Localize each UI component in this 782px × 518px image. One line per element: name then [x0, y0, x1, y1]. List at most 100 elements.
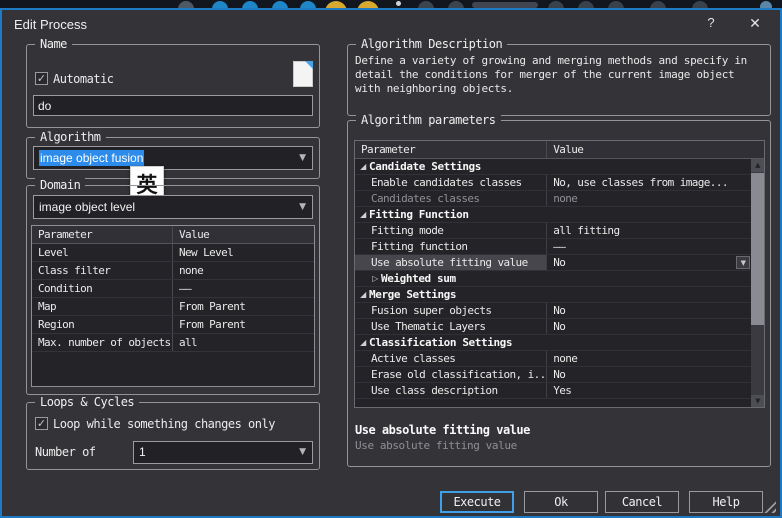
param-name: Enable candidates classes	[355, 175, 547, 190]
toolbar-icon-fragment	[448, 1, 464, 8]
table-row[interactable]: RegionFrom Parent	[32, 316, 314, 334]
toolbar-icon-fragment	[692, 1, 708, 8]
tree-collapsed-icon[interactable]: ▷	[369, 271, 381, 287]
toolbar-icon-fragment	[357, 1, 379, 8]
algorithm-parameters-label: Algorithm parameters	[356, 113, 501, 127]
resize-grip-icon[interactable]	[762, 501, 776, 513]
chevron-down-icon[interactable]: ▼	[299, 196, 306, 218]
param-row[interactable]: Use class descriptionYes	[355, 383, 764, 399]
toolbar-icon-fragment	[178, 1, 194, 8]
param-value[interactable]: No▼	[547, 255, 764, 270]
param-row[interactable]: Candidates classesnone	[355, 191, 764, 207]
param-value[interactable]: all fitting	[547, 223, 764, 238]
param-value[interactable]: none	[547, 351, 764, 366]
table-row[interactable]: MapFrom Parent	[32, 298, 314, 316]
toolbar-icon-fragment	[300, 1, 316, 8]
dialog-titlebar[interactable]: Edit Process ? ✕	[2, 10, 780, 40]
param-value[interactable]: none	[173, 262, 314, 279]
chevron-down-icon[interactable]: ▼	[299, 147, 306, 169]
tree-expanded-icon[interactable]: ◢	[357, 207, 369, 223]
param-name: Level	[32, 244, 173, 261]
toolbar-icon-fragment	[608, 1, 624, 8]
background-toolbar-sliver	[0, 0, 782, 8]
toolbar-icon-fragment	[548, 1, 564, 8]
param-value[interactable]: ——	[547, 239, 764, 254]
process-name-input[interactable]	[33, 95, 313, 116]
param-row[interactable]: Enable candidates classesNo, use classes…	[355, 175, 764, 191]
toolbar-icon-fragment	[325, 1, 347, 8]
ok-button[interactable]: Ok	[524, 491, 598, 513]
param-value[interactable]: No	[547, 367, 764, 382]
param-row[interactable]: Fusion super objectsNo	[355, 303, 764, 319]
params-col-value: Value	[547, 141, 589, 158]
scroll-up-icon[interactable]: ▲	[751, 159, 764, 172]
param-section-row[interactable]: ◢Candidate Settings	[355, 159, 764, 175]
help-button[interactable]: Help	[689, 491, 763, 513]
param-value[interactable]: No	[547, 303, 764, 318]
algorithm-combobox-value: image object fusion	[39, 150, 144, 166]
table-row[interactable]: Class filternone	[32, 262, 314, 280]
chevron-down-icon[interactable]: ▼	[299, 442, 306, 463]
param-section-row[interactable]: ▷Weighted sum	[355, 271, 764, 287]
toolbar-icon-fragment	[272, 1, 288, 8]
scroll-down-icon[interactable]: ▼	[751, 395, 764, 408]
table-row[interactable]: Max. number of objectsall	[32, 334, 314, 352]
param-value[interactable]: all	[173, 334, 314, 351]
param-value[interactable]: ——	[173, 280, 314, 297]
param-row[interactable]: Use Thematic LayersNo	[355, 319, 764, 335]
number-of-combobox-value: 1	[139, 445, 146, 459]
toolbar-icon-fragment	[650, 1, 666, 8]
execute-button[interactable]: Execute	[440, 491, 514, 513]
param-row[interactable]: Active classesnone	[355, 351, 764, 367]
domain-parameter-table: Parameter Value LevelNew LevelClass filt…	[31, 225, 315, 387]
param-value[interactable]: No	[547, 319, 764, 334]
help-icon[interactable]: ?	[700, 15, 722, 35]
close-icon[interactable]: ✕	[744, 15, 766, 35]
param-name: Use Thematic Layers	[355, 319, 547, 334]
param-row[interactable]: Erase old classification, i...No	[355, 367, 764, 383]
number-of-combobox[interactable]: 1 ▼	[133, 441, 313, 464]
params-table-header: Parameter Value	[355, 141, 764, 159]
domain-combobox-value: image object level	[39, 200, 135, 214]
param-name: Max. number of objects	[32, 334, 173, 351]
automatic-checkbox[interactable]	[35, 72, 48, 85]
param-name: Fitting mode	[355, 223, 547, 238]
tree-expanded-icon[interactable]: ◢	[357, 287, 369, 303]
table-row[interactable]: LevelNew Level	[32, 244, 314, 262]
param-section-row[interactable]: ◢Fitting Function	[355, 207, 764, 223]
param-section-row[interactable]: ◢Classification Settings	[355, 335, 764, 351]
param-row[interactable]: Use absolute fitting valueNo▼	[355, 255, 764, 271]
tree-expanded-icon[interactable]: ◢	[357, 335, 369, 351]
loop-while-checkbox[interactable]	[35, 417, 48, 430]
algorithm-combobox[interactable]: image object fusion ▼	[33, 146, 313, 170]
param-value[interactable]: From Parent	[173, 298, 314, 315]
section-label: Weighted sum	[381, 272, 456, 285]
param-value[interactable]: No, use classes from image...	[547, 175, 764, 190]
new-document-icon[interactable]	[293, 61, 313, 87]
toolbar-icon-fragment	[212, 1, 228, 8]
param-name: Active classes	[355, 351, 547, 366]
table-row[interactable]: Condition——	[32, 280, 314, 298]
param-name: Condition	[32, 280, 173, 297]
scrollbar-thumb[interactable]	[751, 173, 764, 325]
param-name: Fitting function	[355, 239, 547, 254]
value-dropdown-icon[interactable]: ▼	[736, 256, 750, 269]
param-value[interactable]: none	[547, 191, 764, 206]
param-value[interactable]: From Parent	[173, 316, 314, 333]
domain-group: Domain image object level ▼ Parameter Va…	[26, 185, 320, 395]
param-name: Use class description	[355, 383, 547, 398]
param-row[interactable]: Fitting function——	[355, 239, 764, 255]
param-value[interactable]: Yes	[547, 383, 764, 398]
params-col-parameter: Parameter	[355, 141, 547, 158]
cancel-button[interactable]: Cancel	[605, 491, 679, 513]
name-group-label: Name	[35, 37, 72, 51]
param-name: Fusion super objects	[355, 303, 547, 318]
params-scrollbar[interactable]: ▲ ▼	[751, 159, 764, 408]
toolbar-icon-fragment	[396, 1, 401, 6]
param-section-row[interactable]: ◢Merge Settings	[355, 287, 764, 303]
tree-expanded-icon[interactable]: ◢	[357, 159, 369, 175]
section-label: Merge Settings	[369, 288, 456, 301]
domain-combobox[interactable]: image object level ▼	[33, 195, 313, 219]
param-row[interactable]: Fitting modeall fitting	[355, 223, 764, 239]
param-value[interactable]: New Level	[173, 244, 314, 261]
